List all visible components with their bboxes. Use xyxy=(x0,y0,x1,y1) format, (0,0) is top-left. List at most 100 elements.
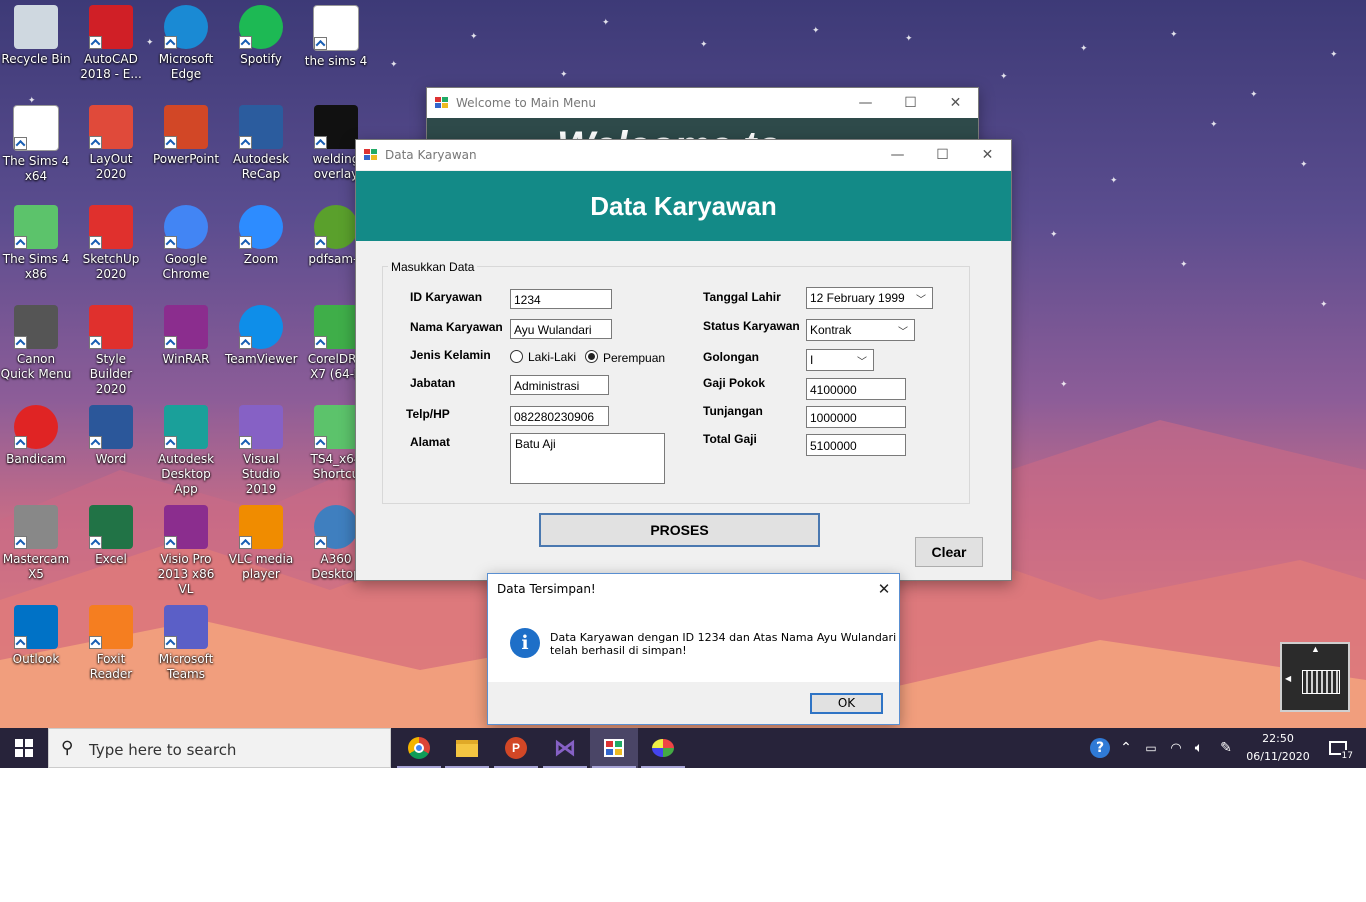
clock-date: 06/11/2020 xyxy=(1246,750,1310,763)
label-total-gaji: Total Gaji xyxy=(703,432,757,446)
keyboard-icon[interactable] xyxy=(1302,670,1340,694)
help-icon[interactable]: ? xyxy=(1088,728,1112,768)
radio-laki-laki[interactable] xyxy=(510,350,523,363)
minimize-button[interactable]: — xyxy=(875,140,920,170)
desktop-icon[interactable]: Recycle Bin xyxy=(0,5,72,67)
maximize-button[interactable]: ☐ xyxy=(920,140,965,170)
desktop-icon[interactable]: VLC media player xyxy=(225,505,297,582)
alamat-field[interactable]: Batu Aji xyxy=(510,433,665,484)
desktop-icon[interactable]: Mastercam X5 xyxy=(0,505,72,582)
desktop-icon[interactable]: LayOut 2020 xyxy=(75,105,147,182)
clear-button[interactable]: Clear xyxy=(915,537,983,567)
dialog-close-button[interactable]: ✕ xyxy=(869,574,899,604)
autocad-icon xyxy=(89,5,133,49)
star: ✦ xyxy=(1210,119,1218,129)
main-menu-titlebar[interactable]: Welcome to Main Menu — ☐ ✕ xyxy=(427,88,978,118)
desktop-icon[interactable]: PowerPoint xyxy=(150,105,222,167)
desktop-icon[interactable]: Visual Studio 2019 xyxy=(225,405,297,497)
taskbar-paint[interactable] xyxy=(639,728,687,768)
dialog-titlebar[interactable]: Data Tersimpan! ✕ xyxy=(488,574,899,604)
desktop-icon[interactable]: The Sims 4 x86 xyxy=(0,205,72,282)
desktop-icon[interactable]: Style Builder 2020 xyxy=(75,305,147,397)
gaji-pokok-field[interactable]: 4100000 xyxy=(806,378,906,400)
desktop-icon[interactable]: SketchUp 2020 xyxy=(75,205,147,282)
touch-keyboard-widget[interactable]: ▲ ◀ xyxy=(1280,642,1350,712)
desktop-icon[interactable]: Spotify xyxy=(225,5,297,67)
style-builder-icon xyxy=(89,305,133,349)
desktop-icon[interactable]: TeamViewer xyxy=(225,305,298,367)
total-gaji-field[interactable]: 5100000 xyxy=(806,434,906,456)
desktop-icon[interactable]: Visio Pro 2013 x86 VL xyxy=(150,505,222,597)
shortcut-arrow-icon xyxy=(89,136,102,149)
chevron-down-icon[interactable]: ﹀ xyxy=(898,323,908,343)
close-button[interactable]: ✕ xyxy=(933,88,978,118)
desktop-icon[interactable]: Google Chrome xyxy=(150,205,222,282)
radio-perempuan-label[interactable]: Perempuan xyxy=(603,351,665,365)
taskbar-file-explorer[interactable] xyxy=(443,728,491,768)
tanggal-lahir-datepicker[interactable]: 12 February 1999 ﹀ xyxy=(806,287,933,309)
taskbar-powerpoint[interactable]: P xyxy=(492,728,540,768)
status-karyawan-select[interactable]: Kontrak ﹀ xyxy=(806,319,915,341)
a360-icon xyxy=(314,505,358,549)
start-button[interactable] xyxy=(0,728,48,768)
proses-button[interactable]: PROSES xyxy=(539,513,820,547)
tunjangan-field[interactable]: 1000000 xyxy=(806,406,906,428)
wifi-icon[interactable]: ◠ xyxy=(1165,728,1187,768)
minimize-button[interactable]: — xyxy=(843,88,888,118)
clock[interactable]: 22:50 06/11/2020 xyxy=(1240,728,1316,768)
golongan-select[interactable]: I ﹀ xyxy=(806,349,874,371)
shortcut-arrow-icon xyxy=(164,236,177,249)
maximize-button[interactable]: ☐ xyxy=(888,88,933,118)
id-karyawan-field[interactable]: 1234 xyxy=(510,289,612,309)
desktop-icon[interactable]: Autodesk ReCap xyxy=(225,105,297,182)
star: ✦ xyxy=(1170,29,1178,39)
desktop-icon[interactable]: Microsoft Edge xyxy=(150,5,222,82)
battery-icon[interactable]: ▭ xyxy=(1140,728,1162,768)
star: ✦ xyxy=(812,25,820,35)
desktop-icon-label: Style Builder 2020 xyxy=(89,352,133,396)
data-karyawan-window[interactable]: Data Karyawan — ☐ ✕ Data Karyawan Masukk… xyxy=(355,139,1012,581)
desktop-icon[interactable]: The Sims 4 x64 xyxy=(0,105,72,184)
ok-button[interactable]: OK xyxy=(810,693,883,714)
chevron-down-icon[interactable]: ﹀ xyxy=(916,291,926,311)
close-button[interactable]: ✕ xyxy=(965,140,1010,170)
sketchup-icon xyxy=(89,205,133,249)
desktop-icon[interactable]: Autodesk Desktop App xyxy=(150,405,222,497)
desktop-icon-label: Bandicam xyxy=(6,452,66,466)
desktop-icon[interactable]: the sims 4 xyxy=(300,5,372,69)
taskbar-winforms-app[interactable] xyxy=(590,728,638,768)
teams-icon xyxy=(164,605,208,649)
desktop-icon-label: The Sims 4 x86 xyxy=(2,252,70,281)
chevron-left-icon[interactable]: ◀ xyxy=(1285,674,1291,683)
radio-laki-laki-label[interactable]: Laki-Laki xyxy=(528,350,576,364)
notification-center-button[interactable]: 17 xyxy=(1320,728,1356,768)
desktop-icon[interactable]: Canon Quick Menu xyxy=(0,305,72,382)
taskbar-chrome[interactable] xyxy=(395,728,443,768)
pen-icon[interactable]: ✎ xyxy=(1215,728,1237,768)
chevron-up-icon[interactable]: ⌃ xyxy=(1115,728,1137,768)
data-karyawan-titlebar[interactable]: Data Karyawan — ☐ ✕ xyxy=(356,140,1011,170)
radio-perempuan[interactable] xyxy=(585,350,598,363)
search-box[interactable]: ⚲ Type here to search xyxy=(48,728,391,768)
desktop-icon[interactable]: Outlook xyxy=(0,605,72,667)
chevron-down-icon[interactable]: ﹀ xyxy=(857,353,867,373)
desktop-icon[interactable]: Excel xyxy=(75,505,147,567)
desktop-icon[interactable]: Zoom xyxy=(225,205,297,267)
desktop-icon[interactable]: Microsoft Teams xyxy=(150,605,222,682)
desktop-icon[interactable]: Bandicam xyxy=(0,405,72,467)
nama-karyawan-field[interactable]: Ayu Wulandari xyxy=(510,319,612,339)
jabatan-field[interactable]: Administrasi xyxy=(510,375,609,395)
taskbar-visual-studio[interactable]: ⋈ xyxy=(541,728,589,768)
star: ✦ xyxy=(560,69,568,79)
telp-field[interactable]: 082280230906 xyxy=(510,406,609,426)
desktop-icon[interactable]: AutoCAD 2018 - E... xyxy=(75,5,147,82)
volume-icon[interactable]: 🔈︎ xyxy=(1188,728,1210,768)
bandicam-icon xyxy=(14,405,58,449)
desktop-icon[interactable]: Foxit Reader xyxy=(75,605,147,682)
shortcut-arrow-icon xyxy=(164,436,177,449)
message-dialog[interactable]: Data Tersimpan! ✕ i Data Karyawan dengan… xyxy=(487,573,900,725)
desktop-icon[interactable]: WinRAR xyxy=(150,305,222,367)
desktop-icon[interactable]: Word xyxy=(75,405,147,467)
label-alamat: Alamat xyxy=(410,435,451,449)
chevron-up-icon[interactable]: ▲ xyxy=(1311,644,1320,654)
